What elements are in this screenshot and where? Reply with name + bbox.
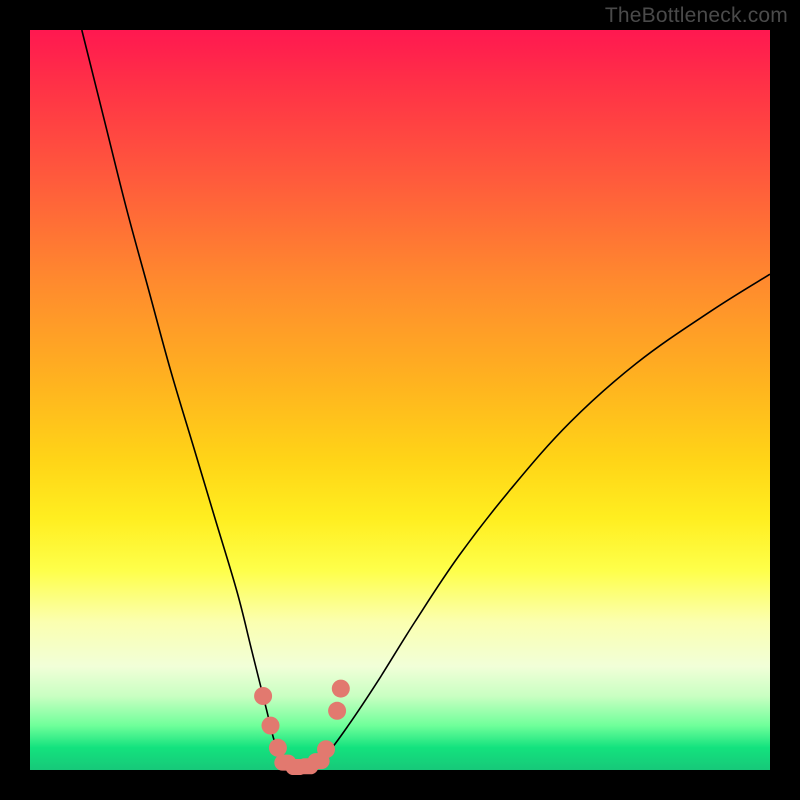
data-marker <box>328 702 346 720</box>
data-marker <box>262 717 280 735</box>
chart-frame: TheBottleneck.com <box>0 0 800 800</box>
curve-left-branch <box>82 30 289 766</box>
data-marker <box>269 739 287 757</box>
data-marker <box>254 687 272 705</box>
marker-group <box>254 680 350 775</box>
watermark-text: TheBottleneck.com <box>605 4 788 28</box>
data-marker <box>332 680 350 698</box>
curve-right-branch <box>311 274 770 766</box>
plot-area <box>30 30 770 770</box>
data-marker <box>317 740 335 758</box>
curve-layer <box>30 30 770 770</box>
